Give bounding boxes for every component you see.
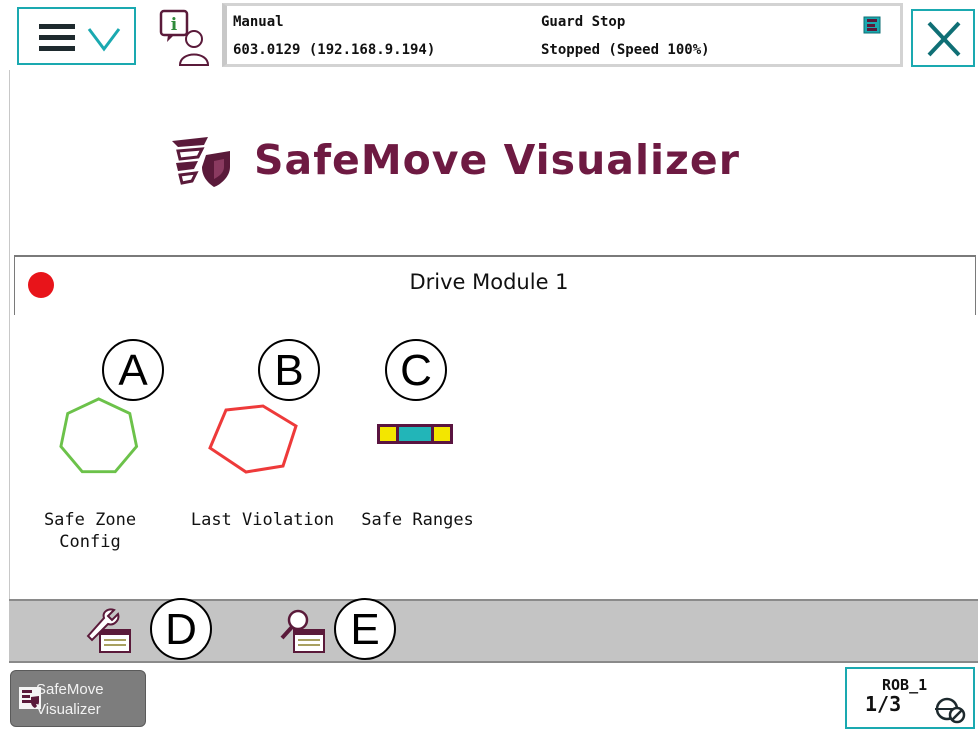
drive-module-label: Drive Module 1: [409, 270, 569, 294]
app-last-violation[interactable]: Last Violation: [190, 380, 335, 540]
safe-ranges-bar-icon: [377, 424, 453, 444]
app-label-safe-ranges: Safe Ranges: [361, 510, 474, 530]
close-icon: [927, 21, 961, 57]
controller-id: 603.0129 (192.168.9.194): [233, 42, 436, 58]
search-tool-icon: [280, 609, 325, 653]
search-tool-button[interactable]: [274, 604, 328, 658]
run-mode-icon: [935, 697, 966, 724]
callout-b: B: [258, 339, 320, 401]
hexagon-red-icon: [208, 404, 298, 474]
safemove-logo-icon: [172, 137, 230, 187]
operator-info-button[interactable]: i: [140, 7, 222, 67]
increment-fraction: 1/3: [865, 692, 902, 716]
taskbar-label-line1: SafeMove: [36, 681, 104, 698]
main-menu-button[interactable]: [17, 7, 136, 65]
status-panel[interactable]: Manual 603.0129 (192.168.9.194) Guard St…: [222, 3, 903, 67]
left-border: [9, 70, 10, 600]
run-state: Stopped (Speed 100%): [541, 42, 710, 58]
close-button[interactable]: [911, 9, 975, 67]
svg-text:i: i: [171, 15, 178, 35]
operator-info-icon: i: [159, 9, 210, 66]
app-title: SafeMove Visualizer: [254, 136, 740, 184]
configure-tool-button[interactable]: [80, 604, 134, 658]
operating-mode: Manual: [233, 14, 284, 30]
hamburger-chevron-icon: [39, 24, 121, 52]
taskbar-label-line2: Visualizer: [36, 701, 101, 718]
callout-d: D: [150, 598, 212, 660]
app-label-safe-zone-line1: Safe Zone: [43, 510, 137, 530]
heptagon-green-icon: [59, 397, 139, 474]
safemove-status-icon: [863, 16, 881, 34]
callout-e: E: [334, 598, 396, 660]
app-label-safe-zone-line2: Config: [59, 532, 121, 552]
callout-a: A: [102, 339, 164, 401]
app-safe-ranges[interactable]: Safe Ranges: [350, 380, 485, 540]
taskbar-label: SafeMove Visualizer: [36, 680, 104, 720]
app-label-last-violation: Last Violation: [190, 510, 335, 530]
safety-state: Guard Stop: [541, 14, 626, 30]
app-safe-zone-config[interactable]: Safe Zone Config: [30, 380, 150, 560]
configure-tool-icon: [86, 608, 131, 653]
callout-c: C: [385, 339, 447, 401]
